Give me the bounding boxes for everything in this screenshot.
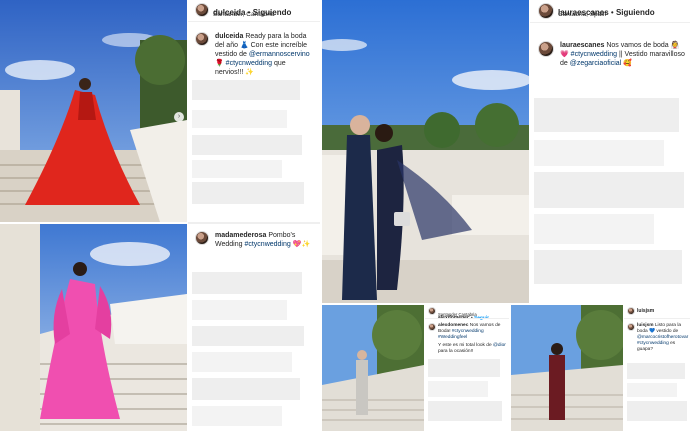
photo-couple — [322, 0, 529, 303]
blurred-comment — [428, 401, 502, 421]
blurred-comment — [192, 135, 302, 155]
caption: alexdomenec Nos vamos de Boda! #ctycnwed… — [438, 323, 506, 341]
photo-luisjsm — [511, 305, 623, 431]
reply-comment: Y este es mi total look de @dior para la… — [438, 343, 506, 354]
avatar[interactable] — [195, 3, 209, 17]
blurred-comment — [534, 250, 682, 284]
blurred-comment — [192, 378, 300, 400]
post-panel-dulceida: dulceida • Siguiendo Santander, Cantabri… — [188, 0, 320, 431]
blurred-comment — [192, 272, 302, 294]
caption-avatar[interactable] — [195, 32, 209, 46]
blurred-comment — [192, 406, 282, 426]
photo-pink-dress — [0, 224, 187, 431]
blurred-comment — [534, 98, 679, 132]
location-label[interactable]: Santander, Cantabria — [213, 11, 274, 18]
location-label[interactable]: Cantabria, Spain — [558, 11, 606, 18]
blurred-comment — [192, 182, 304, 204]
carousel-next-icon[interactable]: › — [174, 112, 184, 122]
blurred-comment — [192, 80, 300, 100]
photo-alexdomenec-image — [322, 305, 424, 431]
caption-username[interactable]: luisjsm — [637, 323, 654, 328]
blurred-comment — [192, 326, 304, 346]
caption: madamederosa Pombo's Wedding #ctycnweddi… — [215, 231, 315, 249]
avatar[interactable] — [428, 307, 436, 315]
photo-red-dress-image — [0, 0, 187, 222]
avatar[interactable] — [538, 3, 554, 19]
blurred-comment — [627, 363, 685, 379]
blurred-comment — [627, 401, 687, 421]
panel-divider — [188, 222, 320, 224]
header-divider — [425, 318, 509, 319]
caption-avatar[interactable] — [538, 41, 554, 57]
blurred-comment — [428, 381, 488, 397]
blurred-comment — [192, 300, 287, 320]
following-button[interactable]: Siguiendo — [616, 8, 655, 17]
blurred-comment — [192, 352, 292, 372]
caption-avatar[interactable] — [428, 323, 436, 331]
blurred-comment — [428, 359, 500, 377]
caption: dulceida Ready para la boda del año 👗 Co… — [215, 32, 315, 77]
header-divider — [624, 318, 690, 319]
caption-username[interactable]: madamederosa — [215, 232, 266, 239]
avatar[interactable] — [627, 307, 635, 315]
photo-luisjsm-image — [511, 305, 623, 431]
caption-avatar[interactable] — [195, 231, 209, 245]
blurred-comment — [534, 140, 664, 166]
caption-username[interactable]: lauraescanes — [560, 42, 604, 49]
photo-pink-dress-image — [0, 224, 187, 431]
caption: lauraescanes Nos vamos de boda 👰💗 #ctycn… — [560, 41, 686, 68]
caption-username[interactable]: dulceida — [215, 33, 243, 40]
caption-username[interactable]: alexdomenec — [438, 323, 468, 328]
blurred-comment — [627, 383, 677, 397]
blurred-comment — [192, 110, 287, 128]
photo-couple-image — [322, 0, 529, 303]
post-panel-lauraescanes: lauraescanes • Siguiendo Cantabria, Spai… — [530, 0, 690, 303]
blurred-comment — [192, 160, 282, 178]
post-panel-alexdomenec: alexdomenec • Seguir Santander Cantabria… — [425, 305, 509, 431]
blurred-comment — [534, 214, 654, 244]
header-divider — [188, 21, 320, 22]
caption-avatar[interactable] — [627, 323, 635, 331]
separator-dot: • — [608, 8, 616, 17]
photo-red-dress: › — [0, 0, 187, 222]
header-divider — [530, 22, 690, 23]
photo-alexdomenec — [322, 305, 424, 431]
username[interactable]: luisjsm — [637, 308, 654, 314]
caption: luisjsm Listo para la boda 💙 vestido de … — [637, 323, 689, 353]
post-panel-luisjsm: luisjsm luisjsm Listo para la boda 💙 ves… — [624, 305, 690, 431]
blurred-comment — [534, 172, 684, 208]
